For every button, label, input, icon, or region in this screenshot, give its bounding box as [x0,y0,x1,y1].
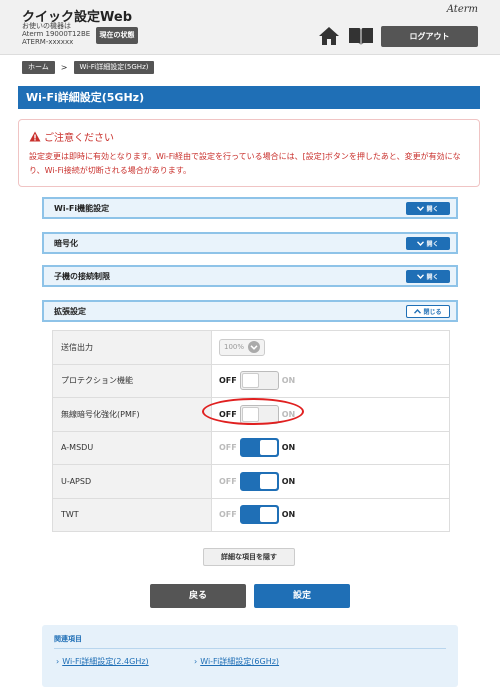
toggle-off-label: OFF [219,376,237,386]
chevron-down-icon [417,206,425,211]
toggle-knob [259,473,277,489]
toggle-switch[interactable] [239,471,279,491]
notice-box: ご注意ください 設定変更は即時に有効となります。Wi-Fi経由で設定を行っている… [18,119,480,187]
toggle-switch[interactable] [239,438,279,458]
expand-label: 開く [426,274,439,281]
amsdu-label: A-MSDU [52,430,212,465]
dropdown-arrow-icon [248,341,261,354]
device-info-line: お使いの機器は [22,22,71,30]
table-row: プロテクション機能 OFF ON [52,363,450,398]
protection-cell: OFF ON [211,363,450,398]
section-extended-settings[interactable]: 拡張設定 閉じる [42,300,458,322]
expand-button[interactable]: 開く [406,237,450,250]
toggle-off-label: OFF [219,510,237,520]
device-model: Aterm 19000T12BE [22,30,91,38]
table-row: 送信出力 100% [52,330,450,365]
book-icon[interactable] [348,26,374,46]
tx-power-label: 送信出力 [52,330,212,365]
chevron-down-icon [417,274,425,279]
expand-button[interactable]: 開く [406,202,450,215]
protection-label: プロテクション機能 [52,363,212,398]
section-label: 拡張設定 [54,307,86,316]
tx-power-select[interactable]: 100% [219,338,266,356]
back-button[interactable]: 戻る [150,584,246,608]
related-items: 関連項目 › Wi-Fi詳細設定(2.4GHz) › Wi-Fi詳細設定(6GHz) [42,625,458,687]
breadcrumb-current: Wi-Fi詳細設定(5GHz) [73,61,155,74]
toggle-off-label: OFF [219,443,237,453]
device-info: お使いの機器は Aterm 19000T12BE ATERM-xxxxxx [22,22,90,46]
section-encryption[interactable]: 暗号化 開く [42,232,458,254]
table-row: TWT OFF ON [52,497,450,532]
toggle-on-label: ON [281,510,296,520]
warning-icon [29,131,41,142]
notice-heading: ご注意ください [29,129,114,144]
chevron-right-icon: › [56,657,60,666]
toggle-switch[interactable] [239,505,279,525]
uapsd-cell: OFF ON [211,464,450,499]
tx-power-value: 100% [224,343,245,352]
highlight-circle [202,398,304,425]
uapsd-toggle[interactable]: OFF ON [219,471,296,491]
collapse-label: 閉じる [423,309,442,316]
uapsd-label: U-APSD [52,464,212,499]
chevron-right-icon: › [194,657,198,666]
hide-details-button[interactable]: 詳細な項目を隠す [203,548,295,566]
notice-title: ご注意ください [44,133,114,144]
home-icon[interactable] [318,26,340,46]
brand-logo: Aterm [446,4,478,15]
toggle-knob [241,373,259,389]
amsdu-cell: OFF ON [211,430,450,465]
collapse-button[interactable]: 閉じる [406,305,450,318]
expand-button[interactable]: 開く [406,270,450,283]
twt-cell: OFF ON [211,497,450,532]
toggle-on-label: ON [281,476,296,486]
apply-button[interactable]: 設定 [254,584,350,608]
toggle-on-label: ON [281,376,296,386]
table-row: U-APSD OFF ON [52,464,450,499]
extended-settings-table: 送信出力 100% プロテクション機能 OFF ON 無線暗号化強化(PMF) … [52,330,450,532]
toggle-knob [259,507,277,523]
twt-label: TWT [52,497,212,532]
related-link-label: Wi-Fi詳細設定(6GHz) [200,657,280,666]
section-label: 暗号化 [54,239,78,248]
chevron-up-icon [414,309,422,314]
toggle-switch[interactable] [239,371,279,391]
related-title: 関連項目 [54,635,82,643]
section-label: Wi-Fi機能設定 [54,204,110,213]
current-status-button[interactable]: 現在の状態 [96,27,138,44]
amsdu-toggle[interactable]: OFF ON [219,438,296,458]
table-row: A-MSDU OFF ON [52,430,450,465]
pmf-label: 無線暗号化強化(PMF) [52,397,212,432]
section-wifi-function[interactable]: Wi-Fi機能設定 開く [42,197,458,219]
protection-toggle[interactable]: OFF ON [219,371,296,391]
breadcrumb-separator: > [60,63,68,72]
chevron-down-icon [417,241,425,246]
related-link-6ghz[interactable]: › Wi-Fi詳細設定(6GHz) [194,656,279,667]
expand-label: 開く [426,241,439,248]
breadcrumb: ホーム > Wi-Fi詳細設定(5GHz) [22,61,155,74]
toggle-off-label: OFF [219,476,237,486]
divider [54,648,446,649]
section-connection-limit[interactable]: 子機の接続制限 開く [42,265,458,287]
breadcrumb-home[interactable]: ホーム [22,61,55,74]
logout-button[interactable]: ログアウト [381,26,478,47]
toggle-on-label: ON [281,443,296,453]
related-link-2-4ghz[interactable]: › Wi-Fi詳細設定(2.4GHz) [56,656,149,667]
device-name: ATERM-xxxxxx [22,38,74,46]
tx-power-cell: 100% [211,330,450,365]
related-link-label: Wi-Fi詳細設定(2.4GHz) [62,657,149,666]
page-title: Wi-Fi詳細設定(5GHz) [18,86,480,109]
twt-toggle[interactable]: OFF ON [219,505,296,525]
notice-text: 設定変更は即時に有効となります。Wi-Fi経由で設定を行っている場合には、[設定… [29,152,461,175]
header: クイック設定Web お使いの機器は Aterm 19000T12BE ATERM… [0,0,500,55]
expand-label: 開く [426,206,439,213]
section-label: 子機の接続制限 [54,272,110,281]
toggle-knob [259,440,277,456]
